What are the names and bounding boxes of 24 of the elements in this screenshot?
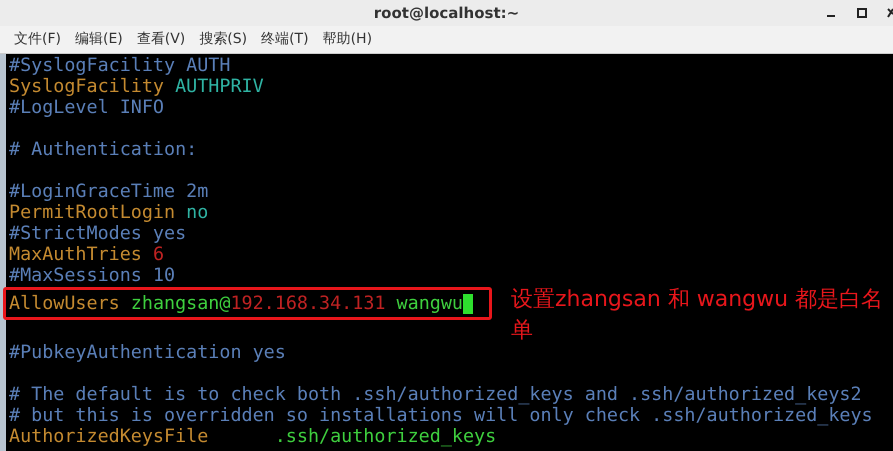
code-line: # The default is to check both .ssh/authorized_keys and .ssh/authorized_keys2 (9, 384, 862, 405)
menu-item[interactable]: 搜索(S) (199, 29, 248, 50)
close-icon[interactable] (887, 8, 893, 18)
annotation-text: 设置zhangsan 和 wangwu 都是白名单 (511, 286, 884, 345)
code-line: PermitRootLogin no (9, 202, 208, 223)
window-title: root@localhost:~ (374, 2, 520, 24)
maximize-icon[interactable] (857, 8, 867, 18)
menu-item[interactable]: 编辑(E) (74, 29, 123, 50)
code-line: AllowUsers zhangsan@192.168.34.131 wangwu (9, 293, 463, 314)
code-line: #StrictModes yes (9, 223, 186, 244)
code-line: #LogLevel INFO (9, 97, 164, 118)
menu-item[interactable]: 终端(T) (261, 29, 309, 50)
menu-item[interactable]: 文件(F) (14, 29, 61, 50)
code-line: #PubkeyAuthentication yes (9, 342, 286, 363)
code-line: AuthorizedKeysFile .ssh/authorized_keys (9, 426, 496, 447)
menu-item[interactable]: 帮助(H) (322, 29, 372, 50)
code-line: # but this is overridden so installations will only check .ssh/authorized_keys (9, 405, 873, 426)
code-line: SyslogFacility AUTHPRIV (9, 76, 264, 97)
code-line: # Authentication: (9, 139, 198, 160)
code-line: #LoginGraceTime 2m (9, 181, 208, 202)
code-line: #MaxSessions 10 (9, 265, 176, 286)
code-line: MaxAuthTries 6 (9, 244, 164, 265)
menu-item[interactable]: 查看(V) (136, 29, 186, 50)
code-line: #SyslogFacility AUTH (9, 55, 230, 76)
